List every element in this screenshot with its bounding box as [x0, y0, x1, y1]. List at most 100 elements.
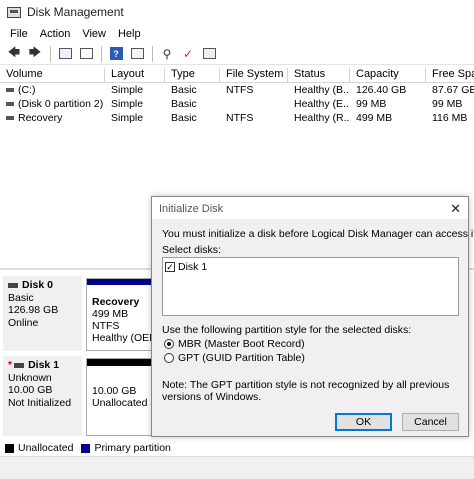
column-layout[interactable]: Layout [105, 68, 165, 83]
drive-icon [6, 116, 14, 121]
free-cell: 116 MB [432, 112, 468, 124]
disk-1-item-label: Disk 1 [178, 261, 208, 273]
disk-1-checkbox[interactable]: ✓ [165, 262, 175, 272]
toolbar-divider [101, 45, 102, 62]
back-arrow-icon[interactable]: 🡄 [5, 45, 23, 62]
legend: Unallocated Primary partition [0, 441, 474, 455]
column-file-system[interactable]: File System [220, 68, 288, 83]
column-capacity[interactable]: Capacity [350, 68, 426, 83]
hard-disk-icon [14, 362, 25, 368]
table-row[interactable]: Recovery Simple Basic NTFS Healthy (R...… [0, 112, 474, 125]
gpt-radio[interactable] [164, 353, 174, 363]
error-marker: * [8, 359, 13, 371]
disk-management-icon [7, 6, 21, 18]
menu-help[interactable]: Help [112, 28, 147, 40]
drive-icon [6, 88, 14, 93]
volume-cell: (Disk 0 partition 2) [0, 98, 105, 110]
menu-action[interactable]: Action [34, 28, 77, 40]
close-icon[interactable]: ✕ [450, 201, 461, 217]
help-icon[interactable]: ? [107, 46, 125, 62]
status-cell: Healthy (E... [294, 98, 350, 110]
volume-name: (C:) [18, 84, 36, 96]
menu-bar: File Action View Help [0, 24, 474, 43]
unallocated-space[interactable]: 10.00 GB Unallocated [86, 358, 152, 436]
dialog-message: You must initialize a disk before Logica… [162, 228, 474, 240]
column-type[interactable]: Type [165, 68, 220, 83]
column-volume[interactable]: Volume [0, 68, 105, 83]
gpt-label: GPT (GUID Partition Table) [178, 352, 305, 364]
unallocated-swatch [5, 443, 14, 453]
recovery-partition[interactable]: Recovery 499 MB NTFS Healthy (OEM [86, 278, 152, 351]
disk-1-name: * Disk 1 [8, 359, 60, 371]
mbr-label: MBR (Master Boot Record) [178, 338, 305, 350]
title-bar: Disk Management [0, 0, 474, 24]
volume-list-header: Volume Layout Type File System Status Ca… [0, 67, 474, 83]
legend-unallocated: Unallocated [18, 442, 74, 454]
unallocated-size: 10.00 GB [92, 385, 137, 397]
free-cell: 87.67 GB [432, 84, 474, 96]
status-bar [0, 456, 474, 479]
partition-name: Recovery [92, 296, 140, 308]
disk-1-list-item[interactable]: ✓ Disk 1 [165, 261, 207, 273]
capacity-cell: 499 MB [356, 112, 393, 124]
rescan-icon[interactable]: ⚲ [158, 46, 176, 62]
mbr-option[interactable]: MBR (Master Boot Record) [164, 338, 305, 350]
capacity-cell: 99 MB [356, 98, 387, 110]
status-cell: Healthy (R... [294, 112, 350, 124]
disk-0-size: 126.98 GB [8, 304, 59, 316]
table-row[interactable]: (Disk 0 partition 2) Simple Basic Health… [0, 98, 474, 111]
legend-primary-partition: Primary partition [94, 442, 171, 454]
disk-select-list: ✓ Disk 1 [162, 257, 459, 316]
window-title: Disk Management [27, 5, 124, 19]
type-cell: Basic [171, 84, 197, 96]
capacity-cell: 126.40 GB [356, 84, 407, 96]
refresh-icon[interactable] [128, 46, 146, 62]
drive-icon [6, 102, 14, 107]
partition-status: Healthy (OEM [92, 332, 152, 344]
ok-button[interactable]: OK [335, 413, 392, 431]
free-cell: 99 MB [432, 98, 463, 110]
type-cell: Basic [171, 98, 197, 110]
select-disks-label: Select disks: [162, 244, 221, 256]
layout-cell: Simple [111, 112, 144, 124]
status-cell: Healthy (B... [294, 84, 350, 96]
column-free-space[interactable]: Free Spa [426, 68, 474, 83]
dialog-title: Initialize Disk [152, 197, 468, 219]
primary-partition-swatch [81, 443, 91, 453]
cancel-button[interactable]: Cancel [402, 413, 459, 431]
disk-1-info[interactable]: * Disk 1 Unknown 10.00 GB Not Initialized [3, 356, 82, 436]
hard-disk-icon [8, 282, 18, 288]
gpt-option[interactable]: GPT (GUID Partition Table) [164, 352, 305, 364]
disk-1-state: Not Initialized [8, 396, 72, 409]
disk-0-name: Disk 0 [8, 279, 82, 292]
toolbar-divider [50, 45, 51, 62]
disk-0-state: Online [8, 316, 39, 329]
mbr-radio[interactable] [164, 339, 174, 349]
initialize-disk-dialog: Initialize Disk ✕ You must initialize a … [151, 196, 474, 437]
primary-partition-bar [87, 279, 151, 285]
partition-style-label: Use the following partition style for th… [162, 324, 412, 336]
volume-name: (Disk 0 partition 2) [18, 98, 104, 110]
type-cell: Basic [171, 112, 197, 124]
unallocated-bar [87, 359, 151, 366]
column-status[interactable]: Status [288, 68, 350, 83]
table-row[interactable]: (C:) Simple Basic NTFS Healthy (B... 126… [0, 84, 474, 97]
unallocated-status: Unallocated [92, 397, 148, 409]
forward-arrow-icon[interactable]: 🡆 [26, 45, 44, 62]
volume-cell: (C:) [0, 84, 105, 96]
fs-cell: NTFS [226, 112, 254, 124]
disk-0-info[interactable]: Disk 0 Basic 126.98 GB Online [3, 276, 82, 351]
fs-cell: NTFS [226, 84, 254, 96]
toolbar: 🡄 🡆 ? ⚲ ✓ [0, 43, 474, 65]
settings-icon[interactable] [200, 46, 218, 62]
properties-icon[interactable] [77, 46, 95, 62]
menu-file[interactable]: File [4, 28, 34, 40]
volume-cell: Recovery [0, 112, 105, 124]
console-tree-icon[interactable] [56, 46, 74, 62]
volume-name: Recovery [18, 112, 63, 124]
gpt-note: Note: The GPT partition style is not rec… [162, 379, 450, 403]
partition-detail: 499 MB NTFS [92, 308, 129, 332]
checklist-icon[interactable]: ✓ [179, 46, 197, 62]
menu-view[interactable]: View [76, 28, 112, 40]
disk-0-type: Basic [8, 291, 34, 304]
